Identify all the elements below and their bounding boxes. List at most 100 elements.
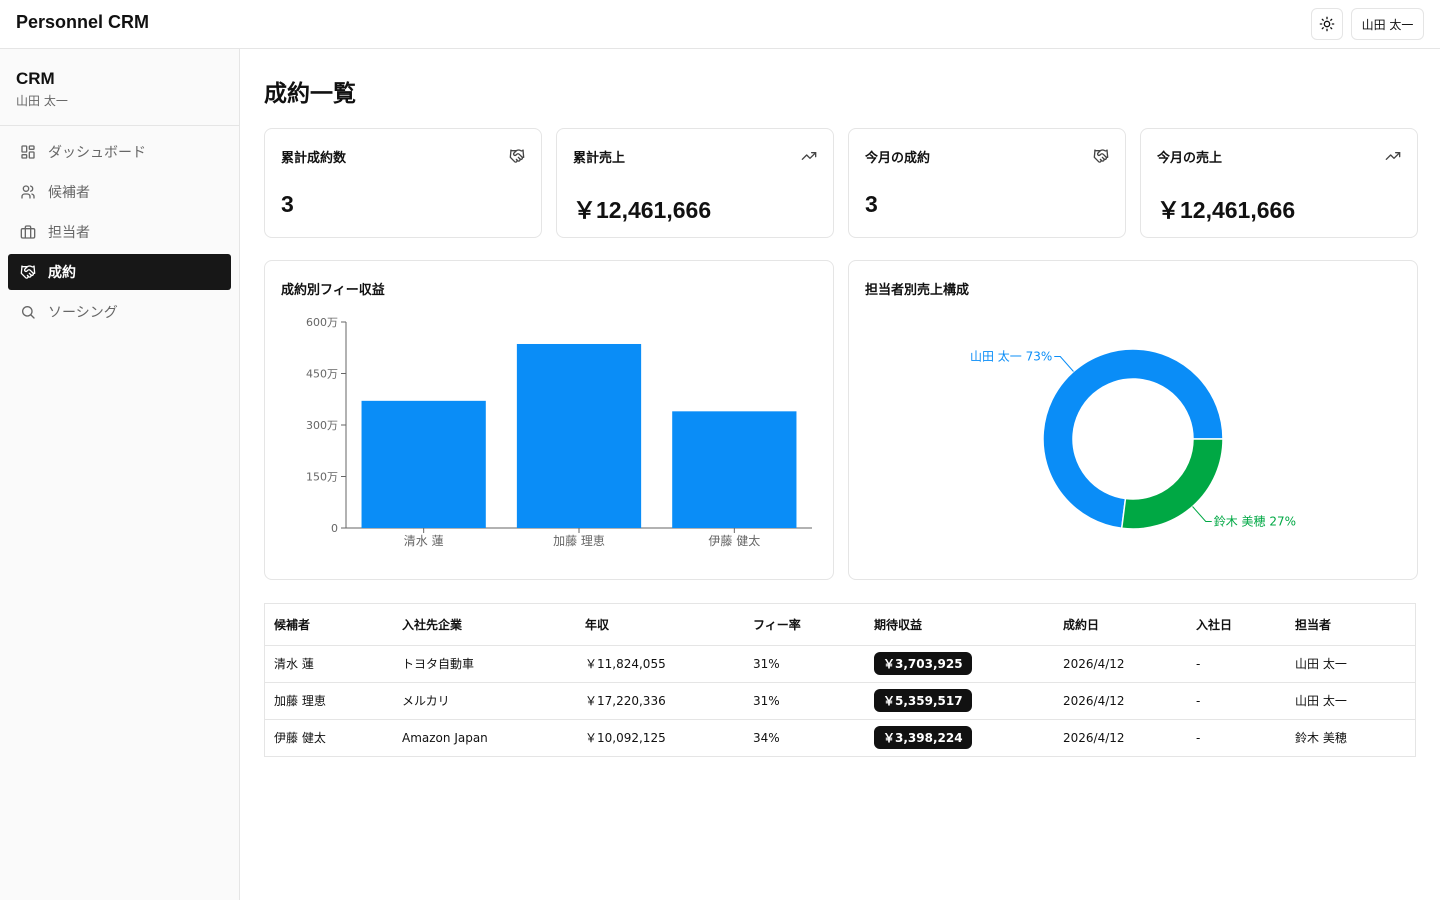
cell-agent: 山田 太一: [1286, 645, 1415, 683]
sidebar-item-label: 担当者: [48, 225, 90, 241]
stat-value: ￥12,461,666: [573, 197, 712, 223]
sidebar-item-candidates[interactable]: 候補者: [8, 174, 231, 210]
y-tick-label: 300万: [306, 419, 338, 432]
trending-up-icon: [1385, 152, 1401, 160]
stat-value: 3: [281, 191, 294, 217]
sidebar-item-dashboard[interactable]: ダッシュボード: [8, 134, 231, 170]
column-header[interactable]: 入社日: [1187, 604, 1286, 646]
cell-salary: ￥10,092,125: [585, 731, 666, 746]
sidebar-item-label: 成約: [48, 265, 76, 281]
slice-label-line: [1054, 355, 1074, 372]
bar[interactable]: [672, 411, 797, 528]
column-header[interactable]: 担当者: [1286, 604, 1415, 646]
cell-company: トヨタ自動車: [393, 645, 576, 683]
x-tick-label: 伊藤 健太: [708, 533, 760, 548]
pie-slice[interactable]: [1120, 438, 1224, 530]
user-menu-button[interactable]: 山田 太一: [1351, 8, 1424, 40]
table-row[interactable]: 伊藤 健太 Amazon Japan ￥10,092,125 34% ￥3,39…: [265, 719, 1415, 756]
stat-card-month-revenue: 今月の売上 ￥12,461,666: [1140, 128, 1418, 238]
trending-up-icon: [801, 152, 817, 160]
sidebar-item-agents[interactable]: 担当者: [8, 214, 231, 250]
cell-expected-revenue: ￥3,703,925: [865, 645, 1054, 683]
stat-card-total-revenue: 累計売上 ￥12,461,666: [556, 128, 834, 238]
top-bar: Personnel CRM 山田 太一: [0, 0, 1440, 49]
page-title: 成約一覧: [264, 81, 356, 107]
y-tick-label: 150万: [306, 471, 338, 484]
x-tick-label: 加藤 理恵: [553, 534, 605, 548]
app-title: Personnel CRM: [16, 12, 150, 32]
column-header[interactable]: 期待収益: [865, 604, 1054, 646]
fee-revenue-chart-panel: 成約別フィー収益 0 150万 300万 450万 600万 清水 蓮加藤 理恵 伊藤 健太: [264, 260, 834, 580]
bar[interactable]: [516, 343, 642, 528]
y-tick-label: 600万: [306, 316, 338, 329]
y-tick-label: 450万: [306, 368, 338, 381]
cell-fee-rate: 34%: [753, 730, 780, 745]
table-header-row: 候補者 入社先企業 年収 フィー率 期待収益 成約日 入社日 担当者: [265, 604, 1415, 646]
search-icon: [20, 304, 36, 320]
sidebar-user: 山田 太一: [16, 94, 68, 108]
slice-label: 山田 太一 73%: [970, 348, 1052, 363]
cell-company: メルカリ: [393, 682, 576, 720]
column-header[interactable]: 候補者: [265, 604, 393, 646]
slice-label-line: [1192, 506, 1212, 523]
grid-icon: [20, 144, 36, 160]
cell-candidate: 伊藤 健太: [274, 731, 326, 746]
cell-deal-date: 2026/4/12: [1063, 730, 1125, 745]
sidebar: CRM 山田 太一 ダッシュボード 候補者 担当者 成約 ソーシング: [0, 49, 240, 900]
sidebar-nav: ダッシュボード 候補者 担当者 成約 ソーシング: [0, 126, 239, 342]
stat-value: 3: [865, 191, 878, 217]
agent-revenue-chart-panel: 担当者別売上構成 山田 太一 73% 鈴木 美穂 27%: [848, 260, 1418, 580]
sidebar-item-label: ダッシュボード: [48, 145, 146, 161]
column-header[interactable]: フィー率: [744, 604, 865, 646]
revenue-badge: ￥3,703,925: [874, 652, 972, 675]
stat-label: 累計成約数: [281, 151, 347, 166]
cell-join-date: -: [1196, 730, 1201, 745]
slice-label: 鈴木 美穂 27%: [1214, 514, 1296, 529]
stat-card-total-deals: 累計成約数 3: [264, 128, 542, 238]
cell-fee-rate: 31%: [744, 645, 865, 683]
sidebar-header: CRM 山田 太一: [0, 49, 239, 126]
cell-expected-revenue: ￥5,359,517: [865, 682, 1054, 720]
sidebar-item-label: 候補者: [48, 185, 90, 201]
column-header[interactable]: 成約日: [1054, 604, 1187, 646]
sun-icon: [1319, 16, 1335, 32]
cell-salary: ￥17,220,336: [576, 682, 744, 720]
cell-candidate: 清水 蓮: [265, 645, 393, 683]
cell-company: Amazon Japan: [402, 730, 488, 745]
sidebar-item-sourcing[interactable]: ソーシング: [8, 294, 231, 330]
x-tick-label: 清水 蓮: [404, 534, 444, 548]
donut-chart: 山田 太一 73% 鈴木 美穂 27%: [970, 348, 1296, 530]
cell-agent: 山田 太一: [1286, 682, 1415, 720]
sidebar-item-deals[interactable]: 成約: [8, 254, 231, 290]
handshake-icon: [509, 149, 525, 163]
cell-salary: ￥11,824,055: [576, 645, 744, 683]
cell-deal-date: 2026/4/12: [1054, 645, 1187, 683]
cell-join-date: -: [1187, 645, 1286, 683]
users-icon: [20, 184, 36, 200]
bar-chart: 0 150万 300万 450万 600万清水 蓮 加藤 理恵 伊藤 健太: [306, 316, 812, 548]
y-tick-label: 0: [331, 522, 338, 535]
stat-label: 今月の成約: [865, 151, 931, 166]
stat-card-month-deals: 今月の成約 3: [848, 128, 1126, 238]
cell-fee-rate: 31%: [744, 682, 865, 720]
table-row[interactable]: 清水 蓮 トヨタ自動車 ￥11,824,055 31% ￥3,703,925 2…: [265, 645, 1415, 683]
handshake-icon: [1093, 149, 1109, 163]
column-header[interactable]: 入社先企業: [393, 604, 576, 646]
table-row[interactable]: 加藤 理恵 メルカリ ￥17,220,336 31% ￥5,359,517 20…: [265, 682, 1415, 720]
cell-candidate: 加藤 理恵: [265, 682, 393, 720]
briefcase-icon: [20, 224, 36, 240]
handshake-icon: [20, 264, 36, 280]
stat-label: 今月の売上: [1157, 151, 1223, 166]
sidebar-item-label: ソーシング: [48, 305, 118, 321]
sidebar-title: CRM: [16, 69, 55, 88]
cell-agent: 鈴木 美穂: [1295, 731, 1347, 746]
stat-label: 累計売上: [573, 151, 626, 166]
column-header[interactable]: 年収: [576, 604, 744, 646]
bar[interactable]: [361, 400, 486, 528]
deals-table: 候補者 入社先企業 年収 フィー率 期待収益 成約日 入社日 担当者 清水 蓮 …: [264, 603, 1416, 757]
cell-expected-revenue: ￥3,398,224: [865, 719, 1054, 756]
theme-toggle-button[interactable]: [1311, 8, 1343, 40]
revenue-badge: ￥3,398,224: [874, 726, 972, 750]
revenue-badge: ￥5,359,517: [874, 689, 972, 712]
cell-join-date: -: [1187, 682, 1286, 720]
